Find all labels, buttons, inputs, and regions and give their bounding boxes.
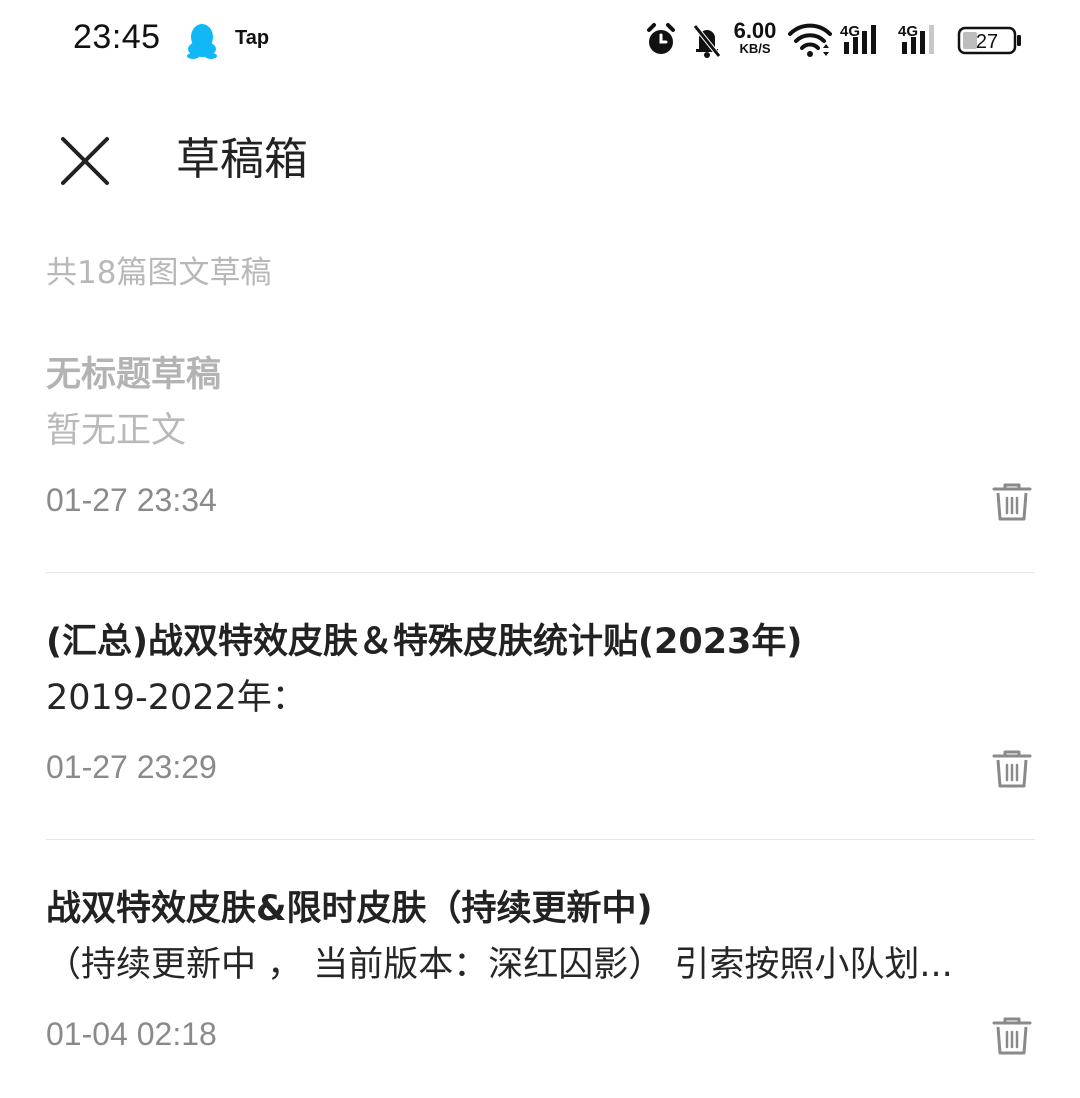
list-divider — [46, 839, 1035, 840]
status-bar: 23:45 Tap 6.00 KB/S 4G 4G 27 — [0, 0, 1080, 80]
draft-body-preview: 暂无正文 — [46, 411, 187, 451]
network-speed-value: 6.00 — [733, 18, 777, 43]
status-time: 23:45 — [73, 18, 161, 56]
draft-count-label: 共18篇图文草稿 — [46, 255, 272, 291]
delete-draft-button[interactable] — [990, 747, 1034, 791]
network-speed: 6.00 KB/S — [728, 20, 782, 60]
qq-penguin-icon — [187, 24, 217, 59]
alarm-icon — [647, 23, 675, 54]
draft-item[interactable]: (汇总)战双特效皮肤＆特殊皮肤统计贴(2023年) 2019-2022年： 01… — [0, 607, 1080, 839]
draft-item[interactable]: 无标题草稿 暂无正文 01-27 23:34 — [0, 340, 1080, 572]
draft-timestamp: 01-27 23:29 — [46, 749, 217, 785]
draft-timestamp: 01-04 02:18 — [46, 1016, 217, 1052]
signal-icon: 4G — [840, 23, 876, 54]
trash-icon — [992, 483, 1032, 521]
draft-title: 无标题草稿 — [46, 355, 222, 395]
draft-item[interactable]: 战双特效皮肤&限时皮肤（持续更新中) （持续更新中 ， 当前版本：深红囚影） 引… — [0, 874, 1080, 1098]
wifi-icon — [788, 23, 832, 57]
draft-title: (汇总)战双特效皮肤＆特殊皮肤统计贴(2023年) — [46, 622, 803, 662]
list-divider — [46, 572, 1035, 573]
draft-title: 战双特效皮肤&限时皮肤（持续更新中) — [46, 889, 653, 929]
draft-body-preview: （持续更新中 ， 当前版本：深红囚影） 引索按照小队划... — [46, 945, 953, 985]
battery-icon: 27 — [957, 26, 1021, 55]
trash-icon — [992, 750, 1032, 788]
delete-draft-button[interactable] — [990, 1014, 1034, 1058]
battery-level: 27 — [976, 31, 998, 53]
signal-icon: 4G — [898, 23, 934, 54]
draft-timestamp: 01-27 23:34 — [46, 482, 217, 518]
close-button[interactable] — [56, 132, 114, 190]
trash-icon — [992, 1017, 1032, 1055]
bell-muted-icon — [693, 24, 721, 58]
close-icon — [61, 137, 109, 185]
tap-app-badge: Tap — [235, 27, 270, 49]
network-speed-unit: KB/S — [739, 41, 771, 56]
page-title: 草稿箱 — [176, 134, 308, 185]
draft-body-preview: 2019-2022年： — [46, 678, 307, 718]
delete-draft-button[interactable] — [990, 480, 1034, 524]
